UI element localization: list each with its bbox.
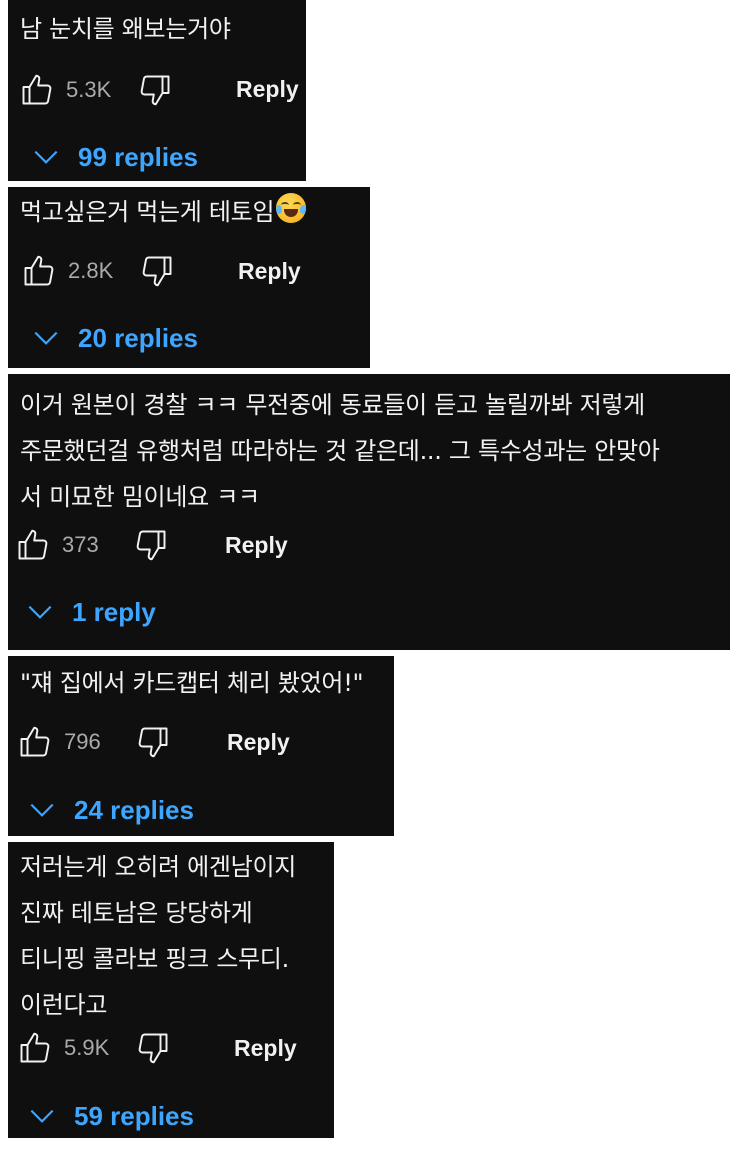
reply-button[interactable]: Reply — [238, 258, 301, 285]
replies-count: 1 reply — [72, 596, 156, 627]
comment-card: 먹고싶은거 먹는게 테토임 2.8K Reply 20 replies — [8, 187, 370, 368]
replies-count: 20 replies — [78, 322, 198, 353]
chevron-down-icon — [28, 605, 52, 619]
like-button[interactable] — [20, 251, 58, 291]
like-count: 796 — [64, 729, 101, 754]
comment-card: 남 눈치를 왜보는거야 5.3K Reply 99 replies — [8, 0, 306, 181]
reply-button[interactable]: Reply — [234, 1035, 297, 1062]
reply-button[interactable]: Reply — [227, 729, 290, 756]
thumbs-down-icon — [138, 727, 168, 758]
thumbs-up-icon — [20, 1032, 50, 1063]
dislike-button[interactable] — [134, 1028, 172, 1068]
comment-text: 이거 원본이 경찰 ㅋㅋ 무전중에 동료들이 듣고 놀릴까봐 저렇게 주문했던걸… — [20, 391, 660, 511]
replies-toggle[interactable]: 1 reply — [24, 592, 156, 632]
dislike-button[interactable] — [134, 722, 172, 762]
dislike-button[interactable] — [138, 251, 176, 291]
comment-actions: 373 — [14, 525, 170, 565]
like-button[interactable] — [16, 722, 54, 762]
like-count: 373 — [62, 532, 99, 557]
replies-count: 99 replies — [78, 141, 198, 172]
thumbs-down-icon — [136, 530, 166, 561]
replies-toggle[interactable]: 24 replies — [26, 790, 194, 830]
chevron-down-icon — [34, 150, 58, 164]
replies-count: 59 replies — [74, 1100, 194, 1131]
thumbs-down-icon — [140, 75, 170, 106]
like-count: 5.9K — [64, 1035, 110, 1060]
comment-actions: 5.9K — [16, 1028, 172, 1068]
thumbs-down-icon — [138, 1033, 168, 1064]
like-button[interactable] — [18, 70, 56, 110]
chevron-down-icon — [30, 1109, 54, 1123]
thumbs-up-icon — [24, 255, 54, 286]
comment-text-body: 먹고싶은거 먹는게 테토임 — [20, 198, 275, 226]
chevron-down-icon — [34, 331, 58, 345]
reply-button[interactable]: Reply — [236, 76, 299, 103]
comment-text: 저러는게 오히려 에겐남이지 진짜 테토남은 당당하게 티니핑 콜라보 핑크 스… — [20, 853, 297, 1019]
dislike-button[interactable] — [136, 70, 174, 110]
comment-text: 먹고싶은거 먹는게 테토임 — [20, 189, 360, 235]
replies-toggle[interactable]: 20 replies — [30, 318, 198, 358]
comment-card: 저러는게 오히려 에겐남이지 진짜 테토남은 당당하게 티니핑 콜라보 핑크 스… — [8, 842, 334, 1138]
replies-toggle[interactable]: 99 replies — [30, 137, 198, 177]
dislike-button[interactable] — [132, 525, 170, 565]
reply-button[interactable]: Reply — [225, 532, 288, 559]
like-count: 2.8K — [68, 258, 114, 283]
comment-actions: 5.3K — [18, 70, 174, 110]
comment-actions: 796 — [16, 722, 172, 762]
comment-actions: 2.8K — [20, 251, 176, 291]
comment-card: "쟤 집에서 카드캡터 체리 봤었어!" 796 Reply 24 replie… — [8, 656, 394, 836]
thumbs-up-icon — [18, 529, 48, 560]
laughing-crying-emoji-icon — [276, 193, 307, 223]
replies-count: 24 replies — [74, 794, 194, 825]
comment-card: 이거 원본이 경찰 ㅋㅋ 무전중에 동료들이 듣고 놀릴까봐 저렇게 주문했던걸… — [8, 374, 730, 650]
like-button[interactable] — [16, 1028, 54, 1068]
thumbs-down-icon — [142, 256, 172, 287]
chevron-down-icon — [30, 803, 54, 817]
comment-text: 남 눈치를 왜보는거야 — [20, 15, 231, 43]
thumbs-up-icon — [22, 74, 52, 105]
like-button[interactable] — [14, 525, 52, 565]
thumbs-up-icon — [20, 726, 50, 757]
like-count: 5.3K — [66, 77, 112, 102]
comment-text: "쟤 집에서 카드캡터 체리 봤었어!" — [20, 669, 364, 697]
replies-toggle[interactable]: 59 replies — [26, 1096, 194, 1136]
